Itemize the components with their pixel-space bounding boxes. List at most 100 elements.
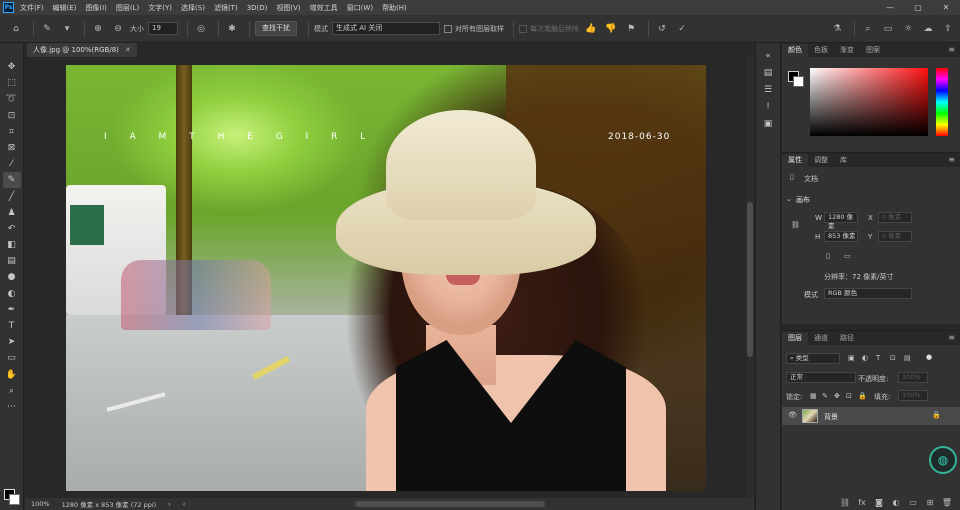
flask-icon[interactable]: ⚗ xyxy=(829,21,845,37)
settings-gear-icon[interactable]: ✱ xyxy=(224,21,240,37)
search-icon[interactable]: ⌕ xyxy=(860,21,876,37)
visibility-eye-icon[interactable]: 👁 xyxy=(788,411,797,419)
lightbulb-icon[interactable]: ☼ xyxy=(900,21,916,37)
remove-tool-icon[interactable]: ✎ xyxy=(2,172,21,189)
layer-mask-icon[interactable]: ◙ xyxy=(872,498,886,507)
menu-plugins[interactable]: 增效工具 xyxy=(310,3,338,13)
sample-all-layers-checkbox[interactable] xyxy=(444,24,452,33)
menu-select[interactable]: 选择(S) xyxy=(181,3,205,13)
menu-image[interactable]: 图像(I) xyxy=(85,3,107,13)
filter-adjust-icon[interactable]: ◐ xyxy=(862,354,868,362)
zoom-tool-icon[interactable]: ⌕ xyxy=(3,383,21,399)
horizontal-scroll-thumb[interactable] xyxy=(355,501,545,507)
document-tab[interactable]: 人像.jpg @ 100%(RGB/8) ✕ xyxy=(27,43,137,57)
width-input[interactable]: 1280 像素 xyxy=(824,212,858,230)
tab-gradients[interactable]: 渐变 xyxy=(834,44,860,57)
link-layers-icon[interactable]: ⛓ xyxy=(838,498,852,507)
tab-patterns[interactable]: 图案 xyxy=(860,44,886,57)
flag-icon[interactable]: ⚑ xyxy=(623,21,639,37)
remove-tool-icon[interactable]: ✎ xyxy=(39,21,55,37)
tab-layers[interactable]: 图层 xyxy=(782,332,808,345)
object-select-tool-icon[interactable]: ⊡ xyxy=(3,108,21,124)
collapse-panels-icon[interactable]: « xyxy=(761,49,775,63)
move-tool-icon[interactable]: ✥ xyxy=(3,59,21,75)
tab-adjustments[interactable]: 调整 xyxy=(808,154,834,167)
filter-type-icon[interactable]: T xyxy=(876,354,880,362)
landscape-orientation-icon[interactable]: ▭ xyxy=(844,252,851,260)
maximize-button[interactable]: ▢ xyxy=(904,0,932,15)
rectangle-tool-icon[interactable]: ▭ xyxy=(3,350,21,366)
menu-edit[interactable]: 编辑(E) xyxy=(53,3,77,13)
cancel-icon[interactable]: ↺ xyxy=(654,21,670,37)
history-brush-tool-icon[interactable]: ↶ xyxy=(3,221,21,237)
layer-row[interactable]: 👁 背景 🔒 xyxy=(782,407,960,425)
layer-filter-select[interactable]: ⌕ 类型 xyxy=(786,353,840,364)
add-brush-icon[interactable]: ⊕ xyxy=(90,21,106,37)
menu-layer[interactable]: 图层(L) xyxy=(116,3,139,13)
eyedropper-tool-icon[interactable]: ⁄ xyxy=(3,156,21,172)
hue-slider[interactable] xyxy=(936,68,948,136)
pressure-size-icon[interactable]: ◎ xyxy=(193,21,209,37)
menu-window[interactable]: 窗口(W) xyxy=(347,3,373,13)
history-panel-icon[interactable]: ▤ xyxy=(761,66,775,80)
y-input[interactable]: 0 像素 xyxy=(878,231,912,242)
layer-name[interactable]: 背景 xyxy=(824,412,838,422)
close-tab-icon[interactable]: ✕ xyxy=(125,46,131,54)
path-select-tool-icon[interactable]: ➤ xyxy=(3,334,21,350)
close-button[interactable]: ✕ xyxy=(932,0,960,15)
tab-color[interactable]: 颜色 xyxy=(782,44,808,57)
type-tool-icon[interactable]: T xyxy=(3,318,21,334)
color-picker-field[interactable] xyxy=(810,68,928,136)
learn-panel-icon[interactable]: ☰ xyxy=(761,83,775,97)
lock-artboard-icon[interactable]: ⊡ xyxy=(846,392,852,400)
tab-swatches[interactable]: 色板 xyxy=(808,44,834,57)
menu-3d[interactable]: 3D(D) xyxy=(247,4,268,12)
blur-tool-icon[interactable]: ● xyxy=(3,269,21,285)
thumbs-up-icon[interactable]: 👍 xyxy=(583,21,599,37)
panel-menu-icon[interactable]: ≡ xyxy=(948,333,955,342)
pen-tool-icon[interactable]: ✒ xyxy=(3,302,21,318)
new-layer-icon[interactable]: ⊞ xyxy=(923,498,937,507)
lock-all-icon[interactable]: 🔒 xyxy=(858,392,867,400)
adjustment-layer-icon[interactable]: ◐ xyxy=(889,498,903,507)
lock-transparent-icon[interactable]: ▦ xyxy=(810,392,817,400)
menu-filter[interactable]: 滤镜(T) xyxy=(214,3,238,13)
delete-layer-icon[interactable]: 🗑 xyxy=(940,498,954,507)
menu-type[interactable]: 文字(Y) xyxy=(148,3,172,13)
tab-channels[interactable]: 通道 xyxy=(808,332,834,345)
share-icon[interactable]: ⇪ xyxy=(940,21,956,37)
filter-toggle-icon[interactable]: ● xyxy=(926,353,932,361)
hand-tool-icon[interactable]: ✋ xyxy=(3,367,21,383)
canvas-area[interactable]: I A M T H E G I R L 2018-06-30 xyxy=(25,57,744,498)
commit-check-icon[interactable]: ✓ xyxy=(674,21,690,37)
home-icon[interactable]: ⌂ xyxy=(8,21,24,37)
eraser-tool-icon[interactable]: ◧ xyxy=(3,237,21,253)
menu-view[interactable]: 视图(V) xyxy=(276,3,300,13)
tab-properties[interactable]: 属性 xyxy=(782,154,808,167)
comments-panel-icon[interactable]: ▣ xyxy=(761,117,775,131)
dodge-tool-icon[interactable]: ◐ xyxy=(3,286,21,302)
tab-libraries[interactable]: 库 xyxy=(834,154,853,167)
find-distractions-button[interactable]: 查找干扰 xyxy=(255,21,297,36)
vertical-scrollbar[interactable] xyxy=(746,57,754,498)
crop-tool-icon[interactable]: ⌗ xyxy=(3,124,21,140)
mode-select[interactable]: 生成式 AI 关闭 xyxy=(332,22,440,35)
lasso-tool-icon[interactable]: ➰ xyxy=(3,91,21,107)
brush-tool-icon[interactable]: ╱ xyxy=(3,189,21,205)
filter-smart-object-icon[interactable]: ▤ xyxy=(904,354,911,362)
layer-style-icon[interactable]: fx xyxy=(855,498,869,507)
cloud-icon[interactable]: ☁ xyxy=(920,21,936,37)
workspace-icon[interactable]: ▭ xyxy=(880,21,896,37)
assistant-floating-icon[interactable]: ◍ xyxy=(929,446,957,474)
blend-mode-select[interactable]: 正常 xyxy=(786,372,856,383)
scroll-left-icon[interactable]: ‹ xyxy=(183,500,186,508)
gradient-tool-icon[interactable]: ▤ xyxy=(3,253,21,269)
zoom-level[interactable]: 100% xyxy=(31,500,50,508)
vertical-scroll-thumb[interactable] xyxy=(747,202,753,357)
size-input[interactable]: 19 xyxy=(148,22,178,35)
info-panel-icon[interactable]: ! xyxy=(761,100,775,114)
x-input[interactable]: 0 像素 xyxy=(878,212,912,223)
tool-preset-chevron-icon[interactable]: ▾ xyxy=(59,21,75,37)
portrait-orientation-icon[interactable]: ▯ xyxy=(826,252,830,260)
lock-image-icon[interactable]: ✎ xyxy=(822,392,828,400)
